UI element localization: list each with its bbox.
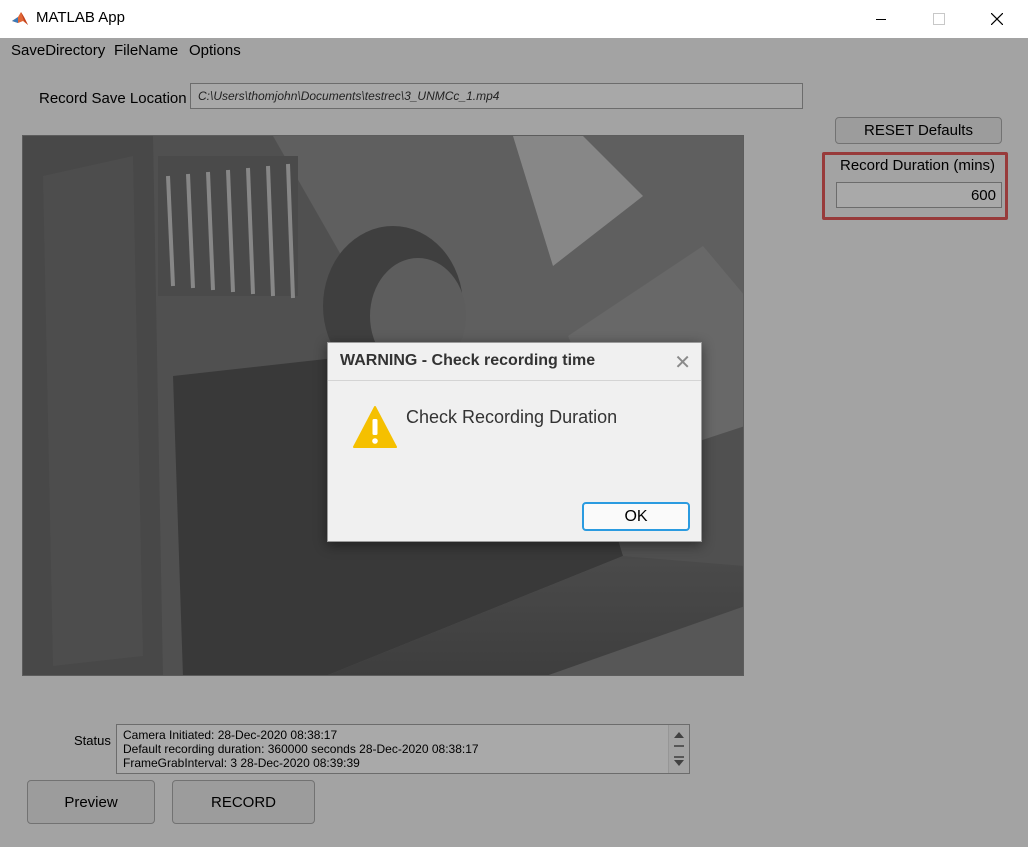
dialog-message: Check Recording Duration	[406, 407, 618, 427]
title-bar: MATLAB App	[0, 0, 1028, 38]
dialog-divider	[328, 380, 701, 381]
warning-icon	[353, 406, 397, 448]
window-title: MATLAB App	[36, 9, 125, 26]
close-button[interactable]	[968, 0, 1026, 38]
ok-button[interactable]: OK	[582, 502, 690, 531]
dialog-close-icon[interactable]: ✕	[674, 350, 691, 375]
matlab-logo-icon	[11, 9, 29, 27]
minimize-button[interactable]	[852, 0, 910, 38]
warning-dialog: WARNING - Check recording time ✕ Check R…	[327, 342, 702, 542]
close-icon	[991, 13, 1003, 25]
maximize-button[interactable]	[910, 0, 968, 38]
matlab-app-window: MATLAB App SaveDirectory FileName Option…	[0, 0, 1028, 847]
maximize-icon	[933, 13, 945, 25]
minimize-icon	[876, 18, 886, 20]
dialog-title: WARNING - Check recording time	[340, 352, 596, 369]
